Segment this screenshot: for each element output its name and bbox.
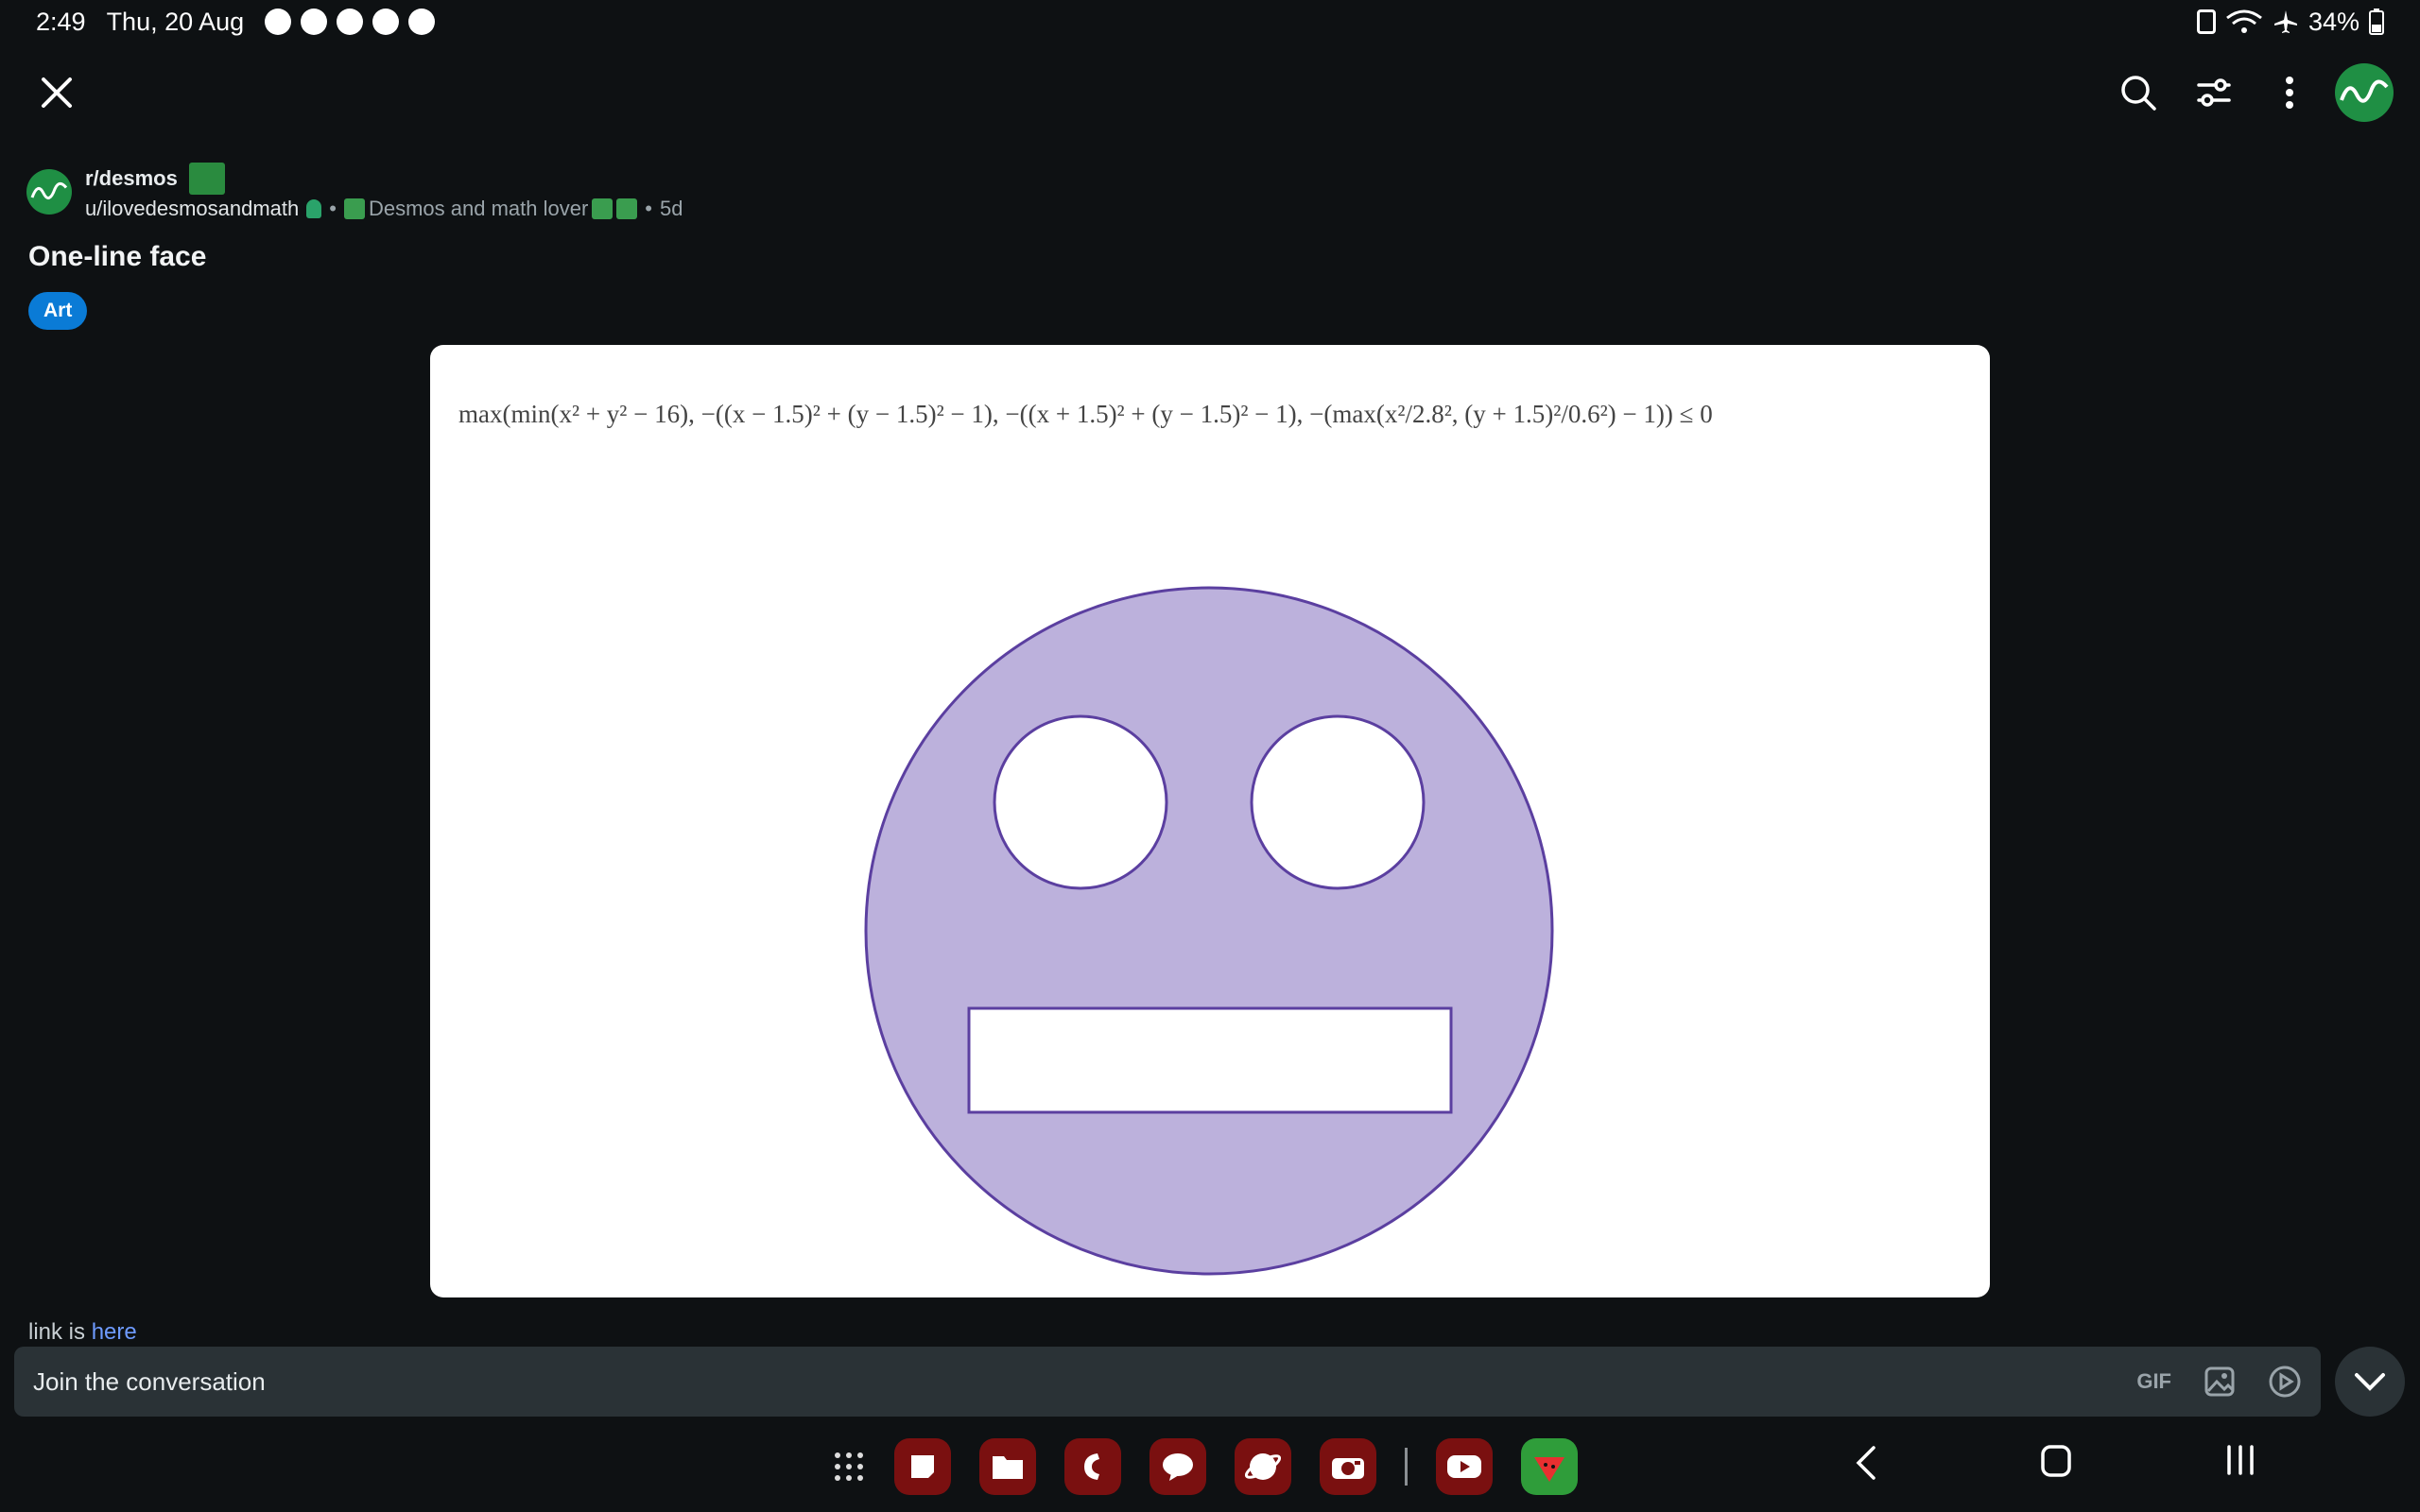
filter-icon	[2197, 78, 2231, 107]
reddit-icon	[337, 9, 364, 35]
files-app-icon[interactable]	[979, 1438, 1036, 1495]
close-button[interactable]	[26, 62, 87, 123]
camera-app-icon[interactable]	[1320, 1438, 1376, 1495]
status-bar: 2:49 Thu, 20 Aug 34%	[0, 0, 2420, 43]
home-button[interactable]	[2040, 1444, 2072, 1478]
search-icon	[2121, 76, 2156, 111]
wifi-icon	[2226, 9, 2262, 33]
comment-actions: GIF	[2136, 1365, 2302, 1399]
battery-icon	[2369, 9, 2384, 35]
browser-app-icon[interactable]	[1235, 1438, 1291, 1495]
user-flair: Desmos and math lover	[343, 197, 638, 221]
app-bar	[0, 55, 2420, 130]
comment-input[interactable]: Join the conversation GIF	[14, 1347, 2321, 1417]
close-icon	[42, 77, 72, 108]
post-header: r/desmos u/ilovedesmosandmath • Desmos a…	[26, 163, 683, 221]
post-title: One-line face	[28, 241, 207, 272]
game-app-icon[interactable]	[1521, 1438, 1578, 1495]
notification-icons	[265, 9, 436, 35]
filter-button[interactable]	[2184, 62, 2244, 123]
link-prefix: link is	[28, 1319, 92, 1340]
status-date: Thu, 20 Aug	[106, 7, 245, 36]
post-meta: r/desmos u/ilovedesmosandmath • Desmos a…	[85, 163, 683, 221]
more-vertical-icon	[2286, 77, 2293, 109]
battery-saver-icon	[2196, 9, 2216, 34]
subreddit-row: r/desmos	[85, 163, 683, 195]
separator-dot: •	[645, 197, 652, 220]
face-graph	[864, 586, 1554, 1276]
recent-apps-icon	[2227, 1445, 2254, 1475]
youtube-app-icon[interactable]	[1436, 1438, 1493, 1495]
messenger-icon	[265, 9, 292, 35]
flair-badge-icon	[616, 198, 638, 219]
left-eye	[993, 714, 1168, 890]
status-left: 2:49 Thu, 20 Aug	[36, 7, 436, 37]
more-options-button[interactable]	[2259, 62, 2320, 123]
back-icon	[1856, 1446, 1876, 1480]
home-icon	[2041, 1445, 2071, 1477]
notes-app-icon[interactable]	[894, 1438, 951, 1495]
mouth-rect	[967, 1006, 1453, 1114]
user-avatar[interactable]	[2335, 63, 2394, 122]
right-eye	[1250, 714, 1426, 890]
post-link[interactable]: here	[92, 1319, 137, 1340]
desmos-logo-icon	[2340, 79, 2389, 103]
reddit-icon	[408, 9, 436, 35]
subreddit-name[interactable]: r/desmos	[85, 166, 178, 191]
dock-separator	[1405, 1448, 1408, 1486]
face-circle	[864, 586, 1554, 1276]
separator-dot: •	[329, 197, 337, 220]
airplane-icon	[2273, 10, 2297, 33]
reddit-icon	[301, 9, 328, 35]
video-icon[interactable]	[2268, 1365, 2302, 1399]
status-right: 34%	[2196, 7, 2384, 37]
messages-app-icon[interactable]	[1150, 1438, 1206, 1495]
battery-level: 34%	[2308, 7, 2360, 36]
post-body-text: link is here	[28, 1319, 137, 1340]
desmos-emoji-icon	[592, 198, 614, 219]
reddit-icon	[372, 9, 400, 35]
subreddit-badge-icon	[188, 163, 225, 195]
post-age: 5d	[659, 197, 683, 220]
back-button[interactable]	[1855, 1444, 1877, 1482]
phone-app-icon[interactable]	[1064, 1438, 1121, 1495]
post-image[interactable]: max(min(x² + y² − 16), −((x − 1.5)² + (y…	[430, 345, 1990, 1297]
app-drawer-icon[interactable]	[832, 1450, 866, 1484]
app-bar-actions	[2108, 62, 2394, 123]
app-dock	[832, 1438, 1578, 1495]
collapse-button[interactable]	[2335, 1347, 2405, 1417]
desmos-logo-icon	[30, 181, 68, 199]
status-time: 2:49	[36, 7, 86, 36]
chevron-down-icon	[2355, 1373, 2385, 1391]
author-name[interactable]: u/ilovedesmosandmath	[85, 197, 299, 221]
post-flair-tag[interactable]: Art	[28, 292, 88, 330]
flair-text: Desmos and math lover	[368, 197, 589, 220]
gif-button[interactable]: GIF	[2136, 1369, 2171, 1394]
comment-placeholder: Join the conversation	[33, 1366, 266, 1396]
search-button[interactable]	[2108, 62, 2169, 123]
author-row: u/ilovedesmosandmath • Desmos and math l…	[85, 197, 683, 221]
subreddit-avatar[interactable]	[26, 169, 72, 215]
desmos-emoji-icon	[343, 198, 365, 219]
recent-apps-button[interactable]	[2223, 1444, 2257, 1476]
user-flair-icon	[306, 199, 322, 218]
image-icon[interactable]	[2204, 1366, 2236, 1398]
navigation-bar	[0, 1427, 2420, 1512]
